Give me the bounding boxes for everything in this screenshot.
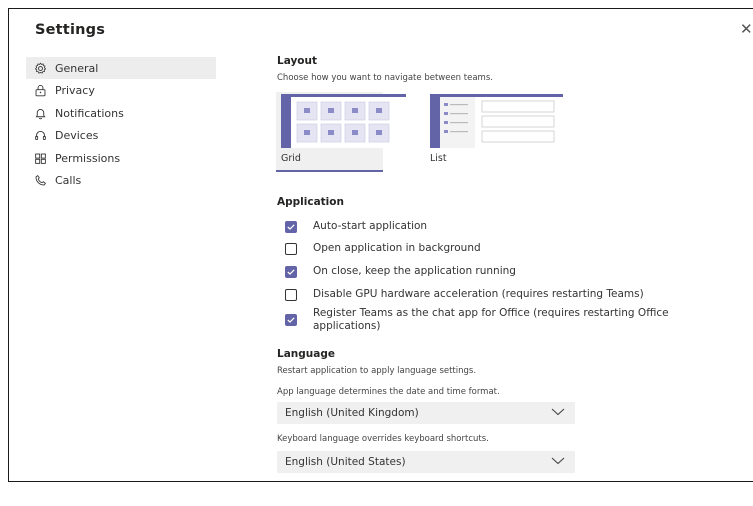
layout-heading: Layout bbox=[277, 55, 318, 67]
permissions-icon bbox=[35, 153, 46, 164]
disable-gpu-checkbox-row[interactable]: Disable GPU hardware acceleration (requi… bbox=[285, 288, 644, 301]
checkbox-label: Auto-start application bbox=[313, 220, 428, 232]
keep-running-checkbox[interactable] bbox=[285, 266, 297, 278]
layout-description: Choose how you want to navigate between … bbox=[277, 73, 493, 83]
keyboard-language-value: English (United States) bbox=[285, 456, 406, 468]
sidebar-item-label: Calls bbox=[55, 174, 82, 187]
sidebar-item-calls[interactable]: Calls bbox=[26, 170, 216, 192]
register-teams-checkbox-row[interactable]: Register Teams as the chat app for Offic… bbox=[285, 307, 725, 333]
phone-icon bbox=[35, 175, 46, 186]
sidebar-item-devices[interactable]: Devices bbox=[26, 125, 216, 147]
grid-layout-preview bbox=[281, 94, 406, 148]
checkbox-label: Register Teams as the chat app for Offic… bbox=[313, 307, 669, 332]
keyboard-language-dropdown[interactable]: English (United States) bbox=[277, 451, 575, 473]
sidebar-item-label: Notifications bbox=[55, 106, 124, 120]
gear-icon bbox=[34, 62, 47, 74]
checkmark-icon bbox=[287, 224, 295, 230]
open-in-background-checkbox-row[interactable]: Open application in background bbox=[285, 242, 481, 255]
settings-sidebar: General Privacy Notifications Devices Pe… bbox=[26, 57, 216, 192]
checkmark-icon bbox=[287, 269, 295, 275]
list-layout-preview bbox=[430, 94, 563, 148]
language-heading: Language bbox=[277, 348, 335, 360]
checkbox-label: On close, keep the application running bbox=[313, 265, 516, 277]
dialog-title: Settings bbox=[35, 22, 106, 38]
auto-start-checkbox-row[interactable]: Auto-start application bbox=[285, 220, 427, 233]
disable-gpu-checkbox[interactable] bbox=[285, 289, 297, 301]
close-icon[interactable]: ✕ bbox=[740, 20, 753, 38]
sidebar-item-privacy[interactable]: Privacy bbox=[26, 80, 216, 102]
app-language-dropdown[interactable]: English (United Kingdom) bbox=[277, 402, 575, 424]
register-teams-checkbox[interactable] bbox=[285, 314, 297, 326]
sidebar-item-label: Permissions bbox=[55, 151, 121, 165]
layout-option-list[interactable]: List bbox=[425, 92, 563, 170]
layout-option-label: Grid bbox=[281, 153, 301, 164]
bell-icon bbox=[35, 108, 46, 119]
chevron-down-icon bbox=[551, 408, 565, 416]
checkbox-label: Open application in background bbox=[313, 242, 481, 254]
sidebar-item-permissions[interactable]: Permissions bbox=[26, 147, 216, 169]
lock-icon bbox=[35, 85, 46, 97]
auto-start-checkbox[interactable] bbox=[285, 221, 297, 233]
open-in-background-checkbox[interactable] bbox=[285, 243, 297, 255]
sidebar-item-general[interactable]: General bbox=[26, 57, 216, 79]
keyboard-language-description: Keyboard language overrides keyboard sho… bbox=[277, 434, 489, 444]
sidebar-item-notifications[interactable]: Notifications bbox=[26, 102, 216, 124]
checkbox-label: Disable GPU hardware acceleration (requi… bbox=[313, 288, 644, 300]
chevron-down-icon bbox=[551, 457, 565, 465]
sidebar-item-label: Privacy bbox=[55, 84, 95, 97]
app-language-description: App language determines the date and tim… bbox=[277, 387, 500, 397]
layout-option-label: List bbox=[430, 153, 447, 164]
layout-option-grid[interactable]: Grid bbox=[276, 92, 406, 172]
app-language-value: English (United Kingdom) bbox=[285, 407, 419, 419]
headset-icon bbox=[35, 130, 46, 141]
checkmark-icon bbox=[287, 317, 295, 323]
application-heading: Application bbox=[277, 196, 344, 208]
sidebar-item-label: Devices bbox=[55, 129, 99, 142]
keep-running-checkbox-row[interactable]: On close, keep the application running bbox=[285, 265, 516, 278]
language-restart-note: Restart application to apply language se… bbox=[277, 366, 477, 376]
sidebar-item-label: General bbox=[55, 61, 99, 75]
